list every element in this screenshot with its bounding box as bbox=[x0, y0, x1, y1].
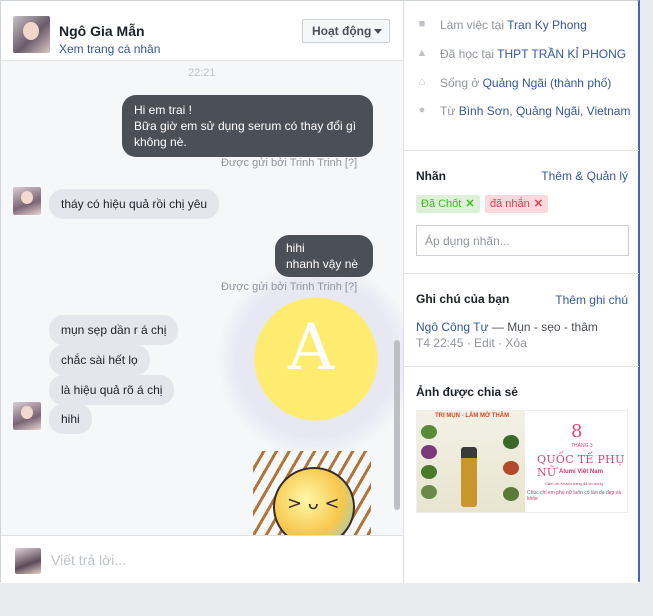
work-text: Làm việc tại Tran Ky Phong bbox=[440, 17, 634, 33]
hometown-row: ● Từ Bình Sơn, Quảng Ngãi, Vietnam bbox=[414, 103, 634, 119]
view-profile-link[interactable]: Xem trang cá nhân bbox=[59, 42, 160, 56]
herb-icon bbox=[421, 445, 437, 459]
sent-by-help-link[interactable]: [?] bbox=[345, 157, 357, 169]
page-avatar bbox=[15, 548, 41, 574]
note-author-link[interactable]: Ngô Công Tự bbox=[416, 320, 489, 334]
promo-panel: 8 THÁNG 3 QUỐC TẾ PHỤ NỮ Alumi Việt Nam … bbox=[525, 411, 627, 512]
conversation-panel: Ngô Gia Mẫn Xem trang cá nhân Hoạt động … bbox=[1, 1, 622, 583]
message-scrollbar[interactable] bbox=[394, 340, 400, 510]
labels-title: Nhãn bbox=[416, 169, 446, 183]
sent-by-text: Được gửi bởi Trinh Trinh bbox=[221, 157, 342, 169]
label-tag-text: đã nhắn bbox=[490, 198, 530, 210]
from-prefix: Từ bbox=[440, 104, 456, 118]
herb-icon bbox=[421, 485, 437, 499]
location-pin-icon: ● bbox=[418, 104, 426, 116]
add-note-link[interactable]: Thêm ghi chú bbox=[555, 293, 628, 307]
promo-month: THÁNG 3 bbox=[571, 443, 593, 449]
shared-photos-title: Ảnh được chia sẻ bbox=[416, 385, 518, 399]
status-dropdown[interactable]: Hoạt động bbox=[302, 19, 390, 43]
herb-icon bbox=[421, 465, 437, 479]
note-meta: T4 22:45 · Edit · Xóa bbox=[416, 336, 527, 350]
message-bubble-incoming: tháy có hiệu quả rồi chị yêu bbox=[49, 189, 220, 219]
message-bubble-incoming: mụn sẹp dần r á chị bbox=[49, 315, 179, 345]
herb-icon bbox=[421, 425, 437, 439]
promo-number: 8 bbox=[571, 421, 583, 442]
shared-photo[interactable]: TRỊ MỤN - LÀM MỜ THÂM 8 THÁNG 3 QUỐC TẾ … bbox=[416, 410, 628, 513]
message-bubble-incoming: là hiệu quả rõ á chị bbox=[49, 375, 175, 405]
promo-brand: Alumi Việt Nam bbox=[559, 469, 603, 475]
label-tag-da-chot[interactable]: Đã Chốt ✕ bbox=[416, 195, 480, 213]
work-link[interactable]: Tran Ky Phong bbox=[507, 18, 587, 32]
sticker-image bbox=[253, 451, 371, 535]
lives-row: ⌂ Sống ở Quảng Ngãi (thành phố) bbox=[414, 75, 634, 91]
conversation-header: Ngô Gia Mẫn Xem trang cá nhân Hoạt động bbox=[1, 1, 403, 61]
reply-input[interactable] bbox=[51, 550, 351, 570]
hometown-link[interactable]: Bình Sơn, Quảng Ngãi, Vietnam bbox=[459, 104, 631, 118]
status-dropdown-label: Hoạt động bbox=[312, 24, 372, 38]
time-divider: 22:21 bbox=[188, 67, 216, 79]
lives-text: Sống ở Quảng Ngãi (thành phố) bbox=[440, 75, 634, 91]
work-row: ■ Làm việc tại Tran Ky Phong bbox=[414, 17, 634, 33]
sent-by-text: Được gửi bởi Trinh Trinh bbox=[221, 281, 342, 293]
divider bbox=[404, 150, 639, 151]
divider bbox=[404, 366, 639, 367]
message-bubble-incoming: hihi bbox=[49, 404, 92, 434]
sent-by-help-link[interactable]: [?] bbox=[345, 281, 357, 293]
label-tag-da-nhan[interactable]: đã nhắn ✕ bbox=[485, 195, 548, 213]
manage-labels-link[interactable]: Thêm & Quản lý bbox=[541, 169, 628, 183]
sent-by-label: Được gửi bởi Trinh Trinh [?] bbox=[221, 281, 357, 293]
caret-down-icon bbox=[374, 29, 382, 34]
inbox-window: Ngô Gia Mẫn Xem trang cá nhân Hoạt động … bbox=[0, 0, 640, 583]
contact-name[interactable]: Ngô Gia Mẫn bbox=[59, 23, 145, 39]
product-panel: TRỊ MỤN - LÀM MỜ THÂM bbox=[417, 411, 525, 512]
remove-tag-icon[interactable]: ✕ bbox=[465, 198, 474, 210]
watermark-letter: A bbox=[288, 311, 335, 385]
product-title: TRỊ MỤN - LÀM MỜ THÂM bbox=[435, 413, 510, 419]
lives-prefix: Sống ở bbox=[440, 76, 480, 90]
reply-composer bbox=[1, 535, 622, 583]
promo-line: Cảm ơn Khách hàng đã tin dùng bbox=[545, 481, 603, 486]
herb-icon bbox=[503, 487, 519, 501]
herb-icon bbox=[503, 461, 519, 475]
home-icon: ⌂ bbox=[418, 76, 426, 88]
contact-avatar[interactable] bbox=[13, 16, 50, 53]
note-item: Ngô Công Tự — Mụn - sẹo - thâm bbox=[416, 319, 636, 335]
note-edit-link[interactable]: Edit bbox=[474, 336, 495, 350]
education-row: ▲ Đã học tại THPT TRẦN KỈ PHONG bbox=[414, 46, 634, 62]
customer-info-panel: ■ Làm việc tại Tran Ky Phong ▲ Đã học tạ… bbox=[403, 1, 639, 583]
sticker-face bbox=[273, 467, 355, 535]
study-link[interactable]: THPT TRẦN KỈ PHONG bbox=[497, 47, 626, 61]
message-bubble-incoming: chắc sài hết lọ bbox=[49, 345, 150, 375]
label-tag-text: Đã Chốt bbox=[421, 198, 462, 210]
contact-avatar-small[interactable] bbox=[13, 402, 41, 430]
sent-by-label: Được gửi bởi Trinh Trinh [?] bbox=[221, 157, 357, 169]
graduation-cap-icon: ▲ bbox=[416, 47, 428, 59]
hometown-text: Từ Bình Sơn, Quảng Ngãi, Vietnam bbox=[440, 103, 634, 119]
promo-headline: QUỐC TẾ PHỤ NỮ bbox=[537, 453, 625, 479]
study-prefix: Đã học tại bbox=[440, 47, 495, 61]
remove-tag-icon[interactable]: ✕ bbox=[534, 198, 543, 210]
briefcase-icon: ■ bbox=[418, 18, 426, 30]
divider bbox=[404, 273, 639, 274]
message-bubble-outgoing: Hi em trai ! Bữa giờ em sử dụng serum có… bbox=[122, 95, 373, 157]
herb-icon bbox=[503, 435, 519, 449]
note-time: T4 22:45 bbox=[416, 336, 464, 350]
note-delete-link[interactable]: Xóa bbox=[505, 336, 526, 350]
work-prefix: Làm việc tại bbox=[440, 18, 505, 32]
apply-label-input[interactable] bbox=[416, 225, 629, 256]
education-text: Đã học tại THPT TRẦN KỈ PHONG bbox=[440, 46, 634, 62]
message-bubble-outgoing: hihi nhanh vậy nè bbox=[275, 235, 373, 277]
message-list[interactable]: 22:21 A Hi em trai ! Bữa giờ em sử dụng … bbox=[1, 61, 403, 535]
contact-avatar-small[interactable] bbox=[13, 187, 41, 215]
promo-line: Chúc chị em phụ nữ luôn có làn da đẹp và… bbox=[527, 490, 621, 502]
notes-title: Ghi chú của bạn bbox=[416, 292, 510, 306]
lives-link[interactable]: Quảng Ngãi (thành phố) bbox=[483, 76, 612, 90]
serum-bottle bbox=[461, 447, 477, 507]
note-text: — Mụn - sẹo - thâm bbox=[491, 320, 598, 334]
